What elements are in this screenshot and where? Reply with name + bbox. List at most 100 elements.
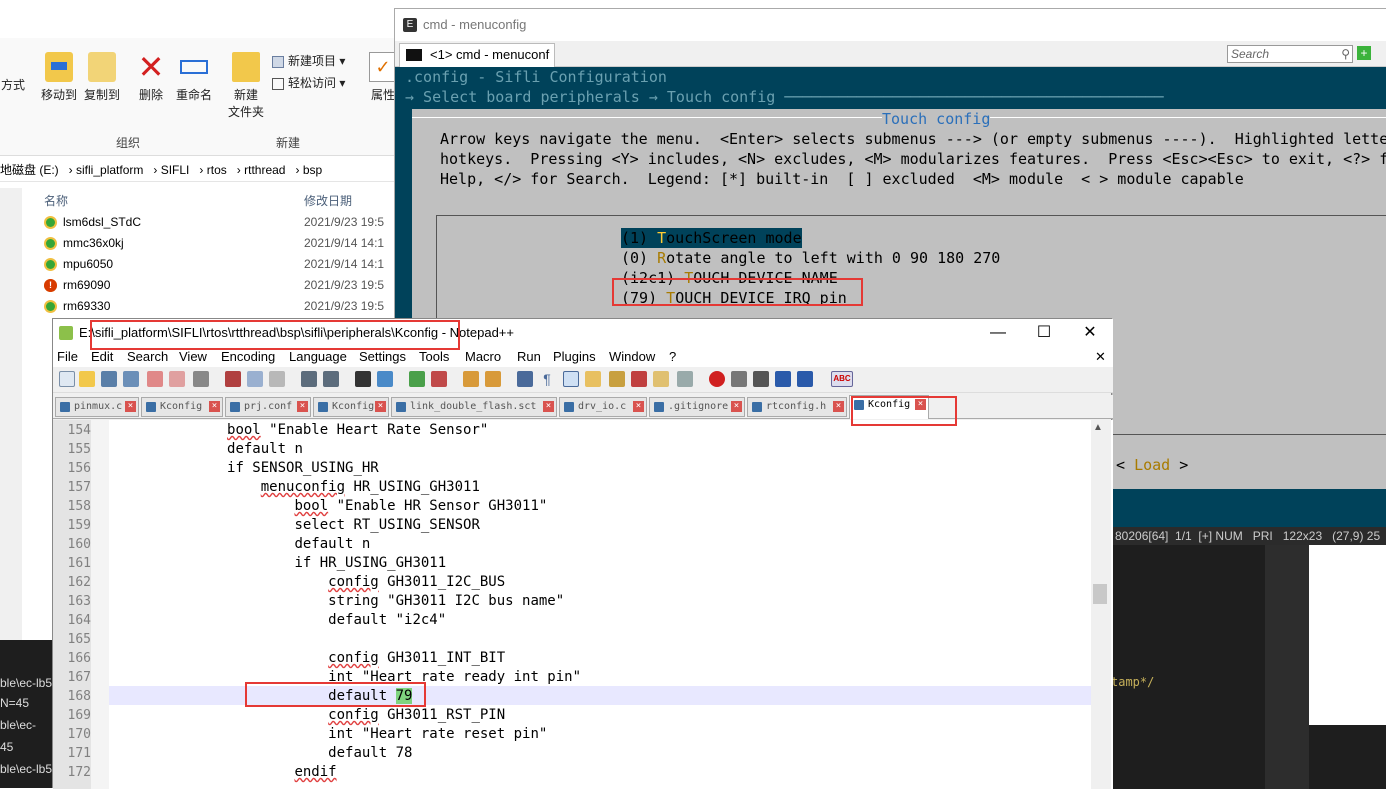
doc-map-icon[interactable] <box>585 371 601 387</box>
menu-item-touch-device-irq-pin[interactable]: (79) TOUCH DEVICE IRQ pin <box>621 288 847 308</box>
menu-item-touchscreen-mode[interactable]: (1) TouchScreen mode <box>621 228 802 248</box>
open-file-icon[interactable] <box>79 371 95 387</box>
tab-close-icon[interactable]: × <box>297 401 308 412</box>
replace-icon[interactable] <box>377 371 393 387</box>
spell-check-icon[interactable]: ABC <box>831 371 853 387</box>
tab-rtconfig-h[interactable]: rtconfig.h × <box>747 397 847 417</box>
save-all-icon[interactable] <box>123 371 139 387</box>
npp-title-bar[interactable]: E:\sifli_platform\SIFLI\rtos\rtthread\bs… <box>53 319 1113 347</box>
sync-vertical-icon[interactable] <box>463 371 479 387</box>
tab-kconfig-1[interactable]: Kconfig × <box>141 397 223 417</box>
monitor-icon[interactable] <box>677 371 693 387</box>
redo-icon[interactable] <box>323 371 339 387</box>
save-macro-icon[interactable] <box>797 371 813 387</box>
folder-icon[interactable] <box>653 371 669 387</box>
tab-close-icon[interactable]: × <box>731 401 742 412</box>
add-tab-icon[interactable]: + <box>1357 46 1371 60</box>
code-line[interactable]: config GH3011_RST_PIN <box>109 706 505 725</box>
tab-close-icon[interactable]: × <box>915 399 926 410</box>
save-icon[interactable] <box>101 371 117 387</box>
menu-tools[interactable]: Tools <box>419 347 449 367</box>
tab-drv-io-c[interactable]: drv_io.c × <box>559 397 647 417</box>
new-folder-button[interactable]: 新建 文件夹 <box>226 52 266 120</box>
tab-kconfig-active[interactable]: Kconfig × <box>849 395 929 419</box>
code-editor[interactable]: 154 155 156 157 158 159 160 161 162 163 164 165 166 1… <box>53 420 1113 789</box>
print-icon[interactable] <box>193 371 209 387</box>
tab-close-icon[interactable]: × <box>543 401 554 412</box>
zoom-out-icon[interactable] <box>431 371 447 387</box>
code-line[interactable]: int "Heart rate ready int pin" <box>109 668 581 687</box>
breadcrumb-sifli[interactable]: SIFLI <box>161 163 190 177</box>
close-all-icon[interactable] <box>169 371 185 387</box>
scroll-thumb[interactable] <box>1093 584 1107 604</box>
file-row[interactable]: mpu6050 2021/9/14 14:1 <box>44 254 400 275</box>
breadcrumb-rtthread[interactable]: rtthread <box>244 163 285 177</box>
menu-edit[interactable]: Edit <box>91 347 113 367</box>
tab-kconfig-2[interactable]: Kconfig × <box>313 397 389 417</box>
breadcrumb-rtos[interactable]: rtos <box>207 163 227 177</box>
menu-plugins[interactable]: Plugins <box>553 347 596 367</box>
code-line[interactable]: default 78 <box>109 744 412 763</box>
close-file-icon[interactable] <box>147 371 163 387</box>
address-bar[interactable]: 地磁盘 (E:) › sifli_platform › SIFLI › rtos › r… <box>0 158 400 182</box>
tab-close-icon[interactable]: × <box>633 401 644 412</box>
code-line[interactable]: int "Heart rate reset pin" <box>109 725 547 744</box>
menu-macro[interactable]: Macro <box>465 347 501 367</box>
column-name[interactable]: 名称 <box>44 190 68 212</box>
paste-icon[interactable] <box>269 371 285 387</box>
code-line[interactable]: bool "Enable Heart Rate Sensor" <box>109 421 488 440</box>
tab-gitignore[interactable]: .gitignore × <box>649 397 745 417</box>
find-icon[interactable] <box>355 371 371 387</box>
code-line[interactable]: default n <box>109 440 303 459</box>
move-to-button[interactable]: 移动到 <box>38 52 80 103</box>
file-row[interactable]: rm69330 2021/9/23 19:5 <box>44 296 400 317</box>
tab-prj-conf[interactable]: prj.conf × <box>225 397 311 417</box>
code-line[interactable]: select RT_USING_SENSOR <box>109 516 479 535</box>
undo-icon[interactable] <box>301 371 317 387</box>
breadcrumb-sifli-platform[interactable]: sifli_platform <box>76 163 143 177</box>
rename-button[interactable]: 重命名 <box>174 52 214 103</box>
menu-help[interactable]: ? <box>669 347 676 367</box>
tab-close-icon[interactable]: × <box>209 401 220 412</box>
zoom-in-icon[interactable] <box>409 371 425 387</box>
scroll-up-icon[interactable]: ▲ <box>1093 422 1103 433</box>
vertical-scrollbar[interactable]: ▲ <box>1091 420 1111 789</box>
word-wrap-icon[interactable] <box>517 371 533 387</box>
file-row[interactable]: lsm6dsl_STdC 2021/9/23 19:5 <box>44 212 400 233</box>
code-line[interactable]: default 79 <box>109 687 413 706</box>
tab-close-icon[interactable]: × <box>125 401 136 412</box>
code-line[interactable]: default "i2c4" <box>109 611 446 630</box>
show-all-chars-icon[interactable]: ¶ <box>539 371 555 387</box>
cmd-search-input[interactable]: Search ⚲ <box>1227 45 1353 63</box>
easy-access-button[interactable]: 轻松访问 ▾ <box>272 74 345 91</box>
folder-workspace-icon[interactable] <box>631 371 647 387</box>
code-line[interactable]: if SENSOR_USING_HR <box>109 459 379 478</box>
menu-run[interactable]: Run <box>517 347 541 367</box>
function-list-icon[interactable] <box>609 371 625 387</box>
file-row[interactable]: mmc36x0kj 2021/9/14 14:1 <box>44 233 400 254</box>
breadcrumb-drive[interactable]: 地磁盘 (E:) <box>0 163 59 177</box>
cmd-tab[interactable]: <1> cmd - menuconf <box>399 43 555 67</box>
cmd-title-bar[interactable]: E cmd - menuconfig <box>395 9 1386 41</box>
code-line[interactable]: bool "Enable HR Sensor GH3011" <box>109 497 547 516</box>
load-button[interactable]: < Load > <box>1116 455 1188 475</box>
fold-margin[interactable] <box>91 420 109 789</box>
code-line[interactable]: config GH3011_I2C_BUS <box>109 573 505 592</box>
menu-search[interactable]: Search <box>127 347 168 367</box>
play-macro-icon[interactable] <box>753 371 769 387</box>
close-button[interactable]: ✕ <box>1067 319 1113 347</box>
code-line[interactable]: default n <box>109 535 370 554</box>
run-macro-multiple-icon[interactable] <box>775 371 791 387</box>
nav-pane-scrollbar[interactable] <box>0 188 22 648</box>
menu-encoding[interactable]: Encoding <box>221 347 275 367</box>
column-date[interactable]: 修改日期 <box>304 190 352 212</box>
menu-item-touch-device-name[interactable]: (i2c1) TOUCH DEVICE NAME <box>621 268 838 288</box>
maximize-button[interactable]: ☐ <box>1021 319 1067 347</box>
tab-pinmux-c[interactable]: pinmux.c × <box>55 397 139 417</box>
indent-guide-icon[interactable] <box>563 371 579 387</box>
record-macro-icon[interactable] <box>709 371 725 387</box>
code-line[interactable] <box>109 630 193 649</box>
code-line[interactable]: config GH3011_INT_BIT <box>109 649 505 668</box>
cut-icon[interactable] <box>225 371 241 387</box>
copy-to-button[interactable]: 复制到 <box>82 52 122 103</box>
